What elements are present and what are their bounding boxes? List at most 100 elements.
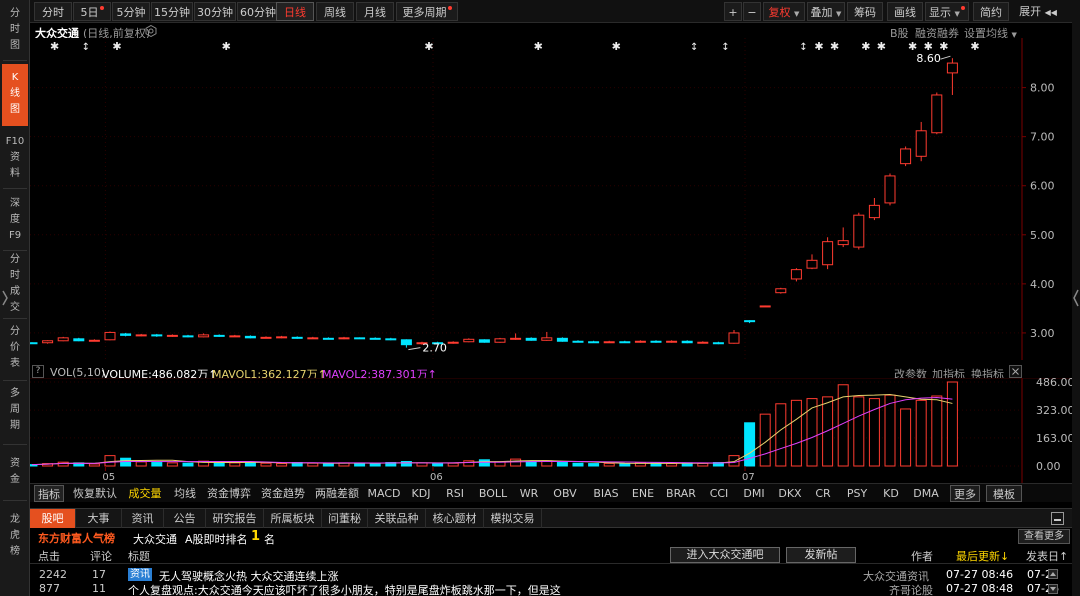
post-column-header: 点击 评论 标题 进入大众交通吧 发新帖 作者 最后更新↓ 发表日↑ <box>30 546 1072 564</box>
nav-f10[interactable]: F10 资 料 <box>2 134 28 182</box>
expand-button[interactable]: 展开 ◀◀ <box>1012 2 1064 21</box>
col-latest-update[interactable]: 最后更新↓ <box>956 548 1009 564</box>
nav-timeshare[interactable]: 分 时 图 <box>2 6 28 54</box>
template-button[interactable]: 模板 <box>986 485 1022 502</box>
volume-bar <box>697 462 709 467</box>
volume-chart[interactable]: 0.00 163.00 323.00 486.00 05 06 07 <box>30 378 1072 483</box>
indicator-tab-dmi[interactable]: DMI <box>736 485 772 502</box>
zoom-out-button[interactable]: − <box>743 2 761 21</box>
event-star-icon: ✱ <box>924 40 933 53</box>
close-icon[interactable] <box>1009 365 1022 378</box>
enter-stock-bar-button[interactable]: 进入大众交通吧 <box>670 547 780 563</box>
candle-body <box>712 342 724 345</box>
nav-tick-trades[interactable]: 分 时 成 交 <box>2 252 28 316</box>
info-tab-9[interactable]: 模拟交易 <box>484 509 542 528</box>
nav-kline[interactable]: K 线 图 <box>2 64 28 126</box>
guba-brand[interactable]: 东方财富人气榜 <box>38 530 115 546</box>
indicator-tab-obv[interactable]: OBV <box>544 485 586 502</box>
indicator-tab-均线[interactable]: 均线 <box>168 485 202 502</box>
info-tab-6[interactable]: 问董秘 <box>322 509 368 528</box>
minimize-panel-icon[interactable] <box>1051 512 1064 525</box>
nav-price-table[interactable]: 分 价 表 <box>2 324 28 372</box>
new-post-button[interactable]: 发新帖 <box>786 547 856 563</box>
indicator-tab-kd[interactable]: KD <box>876 485 906 502</box>
more-periods-button[interactable]: 更多周期 <box>396 2 458 21</box>
period-60min[interactable]: 60分钟 <box>237 2 279 21</box>
view-more-button[interactable]: 查看更多 <box>1018 529 1070 544</box>
draw-line-button[interactable]: 画线 <box>887 2 923 21</box>
indicator-tab-kdj[interactable]: KDJ <box>404 485 438 502</box>
help-question-icon[interactable]: ? <box>32 365 44 378</box>
expand-arrow-icon[interactable] <box>2 290 8 306</box>
info-tab-0[interactable]: 股吧 <box>30 509 76 528</box>
period-15min[interactable]: 15分钟 <box>151 2 193 21</box>
kline-chart[interactable]: 3.00 4.00 5.00 6.00 7.00 8.00 ✱ ✱ ✱ ✱ ✱ ✱ ✱ ✱ ✱ ✱ ✱ ✱ ✱ ✱ ↕ ↕… <box>30 38 1072 360</box>
indicator-tab-psy[interactable]: PSY <box>838 485 876 502</box>
scroll-down-icon[interactable] <box>1048 584 1058 594</box>
indicator-tab-cci[interactable]: CCI <box>702 485 736 502</box>
chips-button[interactable]: 筹码 <box>847 2 883 21</box>
nav-depth-f9[interactable]: 深 度 F9 <box>2 196 28 244</box>
settings-hexagon-icon[interactable] <box>145 25 157 37</box>
collapse-arrow-icon[interactable] <box>1072 0 1080 596</box>
period-timeshare[interactable]: 分时 <box>34 2 72 21</box>
indicator-tab-bias[interactable]: BIAS <box>586 485 626 502</box>
simplified-button[interactable]: 简约 <box>973 2 1009 21</box>
info-tabs: 股吧 大事 资讯 公告 研究报告 所属板块 问董秘 关联品种 核心题材 模拟交易 <box>30 508 1072 528</box>
info-tab-8[interactable]: 核心题材 <box>426 509 484 528</box>
indicator-tab-两融差额[interactable]: 两融差额 <box>310 485 364 502</box>
fuquan-dropdown[interactable]: 复权 ▼ <box>763 2 805 21</box>
indicator-more-button[interactable]: 更多 <box>950 485 980 502</box>
period-5day[interactable]: 5日 <box>73 2 111 21</box>
guba-stock: 大众交通 <box>133 533 177 546</box>
nav-multi-period[interactable]: 多 周 期 <box>2 386 28 434</box>
info-tab-2[interactable]: 资讯 <box>122 509 164 528</box>
info-tab-5[interactable]: 所属板块 <box>264 509 322 528</box>
indicator-tab-rsi[interactable]: RSI <box>438 485 472 502</box>
candle-body <box>806 259 818 269</box>
indicator-tab-成交量[interactable]: 成交量 <box>122 485 168 502</box>
list-item[interactable]: 2242 17 资讯 无人驾驶概念火热 大众交通连续上涨 大众交通资讯 07-2… <box>30 567 1072 583</box>
post-comments: 11 <box>92 582 106 595</box>
candle-body <box>291 336 303 339</box>
period-weekly[interactable]: 周线 <box>316 2 354 21</box>
candle-body <box>900 148 912 165</box>
col-posted-date[interactable]: 发表日↑ <box>1026 548 1068 564</box>
indicator-tab-boll[interactable]: BOLL <box>472 485 514 502</box>
fuquan-label: 复权 <box>768 6 791 19</box>
indicator-tab-wr[interactable]: WR <box>514 485 544 502</box>
scroll-up-icon[interactable] <box>1048 569 1058 579</box>
indicator-tab-资金博弈[interactable]: 资金博弈 <box>202 485 256 502</box>
indicator-tab-brar[interactable]: BRAR <box>660 485 702 502</box>
display-dropdown[interactable]: 显示 ▼ <box>925 2 969 21</box>
post-author[interactable]: 齐哥论股 <box>889 582 933 596</box>
indicator-tab-ene[interactable]: ENE <box>626 485 660 502</box>
period-30min[interactable]: 30分钟 <box>194 2 236 21</box>
indicator-tab-恢复默认[interactable]: 恢复默认 <box>68 485 122 502</box>
info-tab-1[interactable]: 大事 <box>76 509 122 528</box>
period-monthly[interactable]: 月线 <box>356 2 394 21</box>
indicator-tab-资金趋势[interactable]: 资金趋势 <box>256 485 310 502</box>
col-clicks[interactable]: 点击 <box>38 548 60 564</box>
info-tab-4[interactable]: 研究报告 <box>206 509 264 528</box>
nav-dragon-tiger[interactable]: 龙 虎 榜 <box>2 512 28 560</box>
info-tab-3[interactable]: 公告 <box>164 509 206 528</box>
overlay-dropdown[interactable]: 叠加 ▼ <box>807 2 845 21</box>
candle-body <box>666 340 678 343</box>
candle-body <box>494 338 506 343</box>
nav-capital[interactable]: 资 金 <box>2 456 28 488</box>
col-comments[interactable]: 评论 <box>90 548 112 564</box>
indicator-tab-macd[interactable]: MACD <box>364 485 404 502</box>
info-tab-7[interactable]: 关联品种 <box>368 509 426 528</box>
indicator-tab-main[interactable]: 指标 <box>34 485 64 502</box>
post-title[interactable]: 个人复盘观点:大众交通今天应该吓坏了很多小朋友，特别是尾盘炸板跳水那一下，但是这 <box>128 582 561 596</box>
indicator-tab-dma[interactable]: DMA <box>906 485 946 502</box>
volume-bar <box>790 399 802 467</box>
zoom-in-button[interactable]: + <box>724 2 742 21</box>
period-daily[interactable]: 日线 <box>276 2 314 21</box>
indicator-tab-cr[interactable]: CR <box>808 485 838 502</box>
list-item[interactable]: 877 11 个人复盘观点:大众交通今天应该吓坏了很多小朋友，特别是尾盘炸板跳水… <box>30 581 1072 596</box>
candle-body <box>775 288 787 294</box>
indicator-tab-dkx[interactable]: DKX <box>772 485 808 502</box>
period-5min[interactable]: 5分钟 <box>112 2 150 21</box>
